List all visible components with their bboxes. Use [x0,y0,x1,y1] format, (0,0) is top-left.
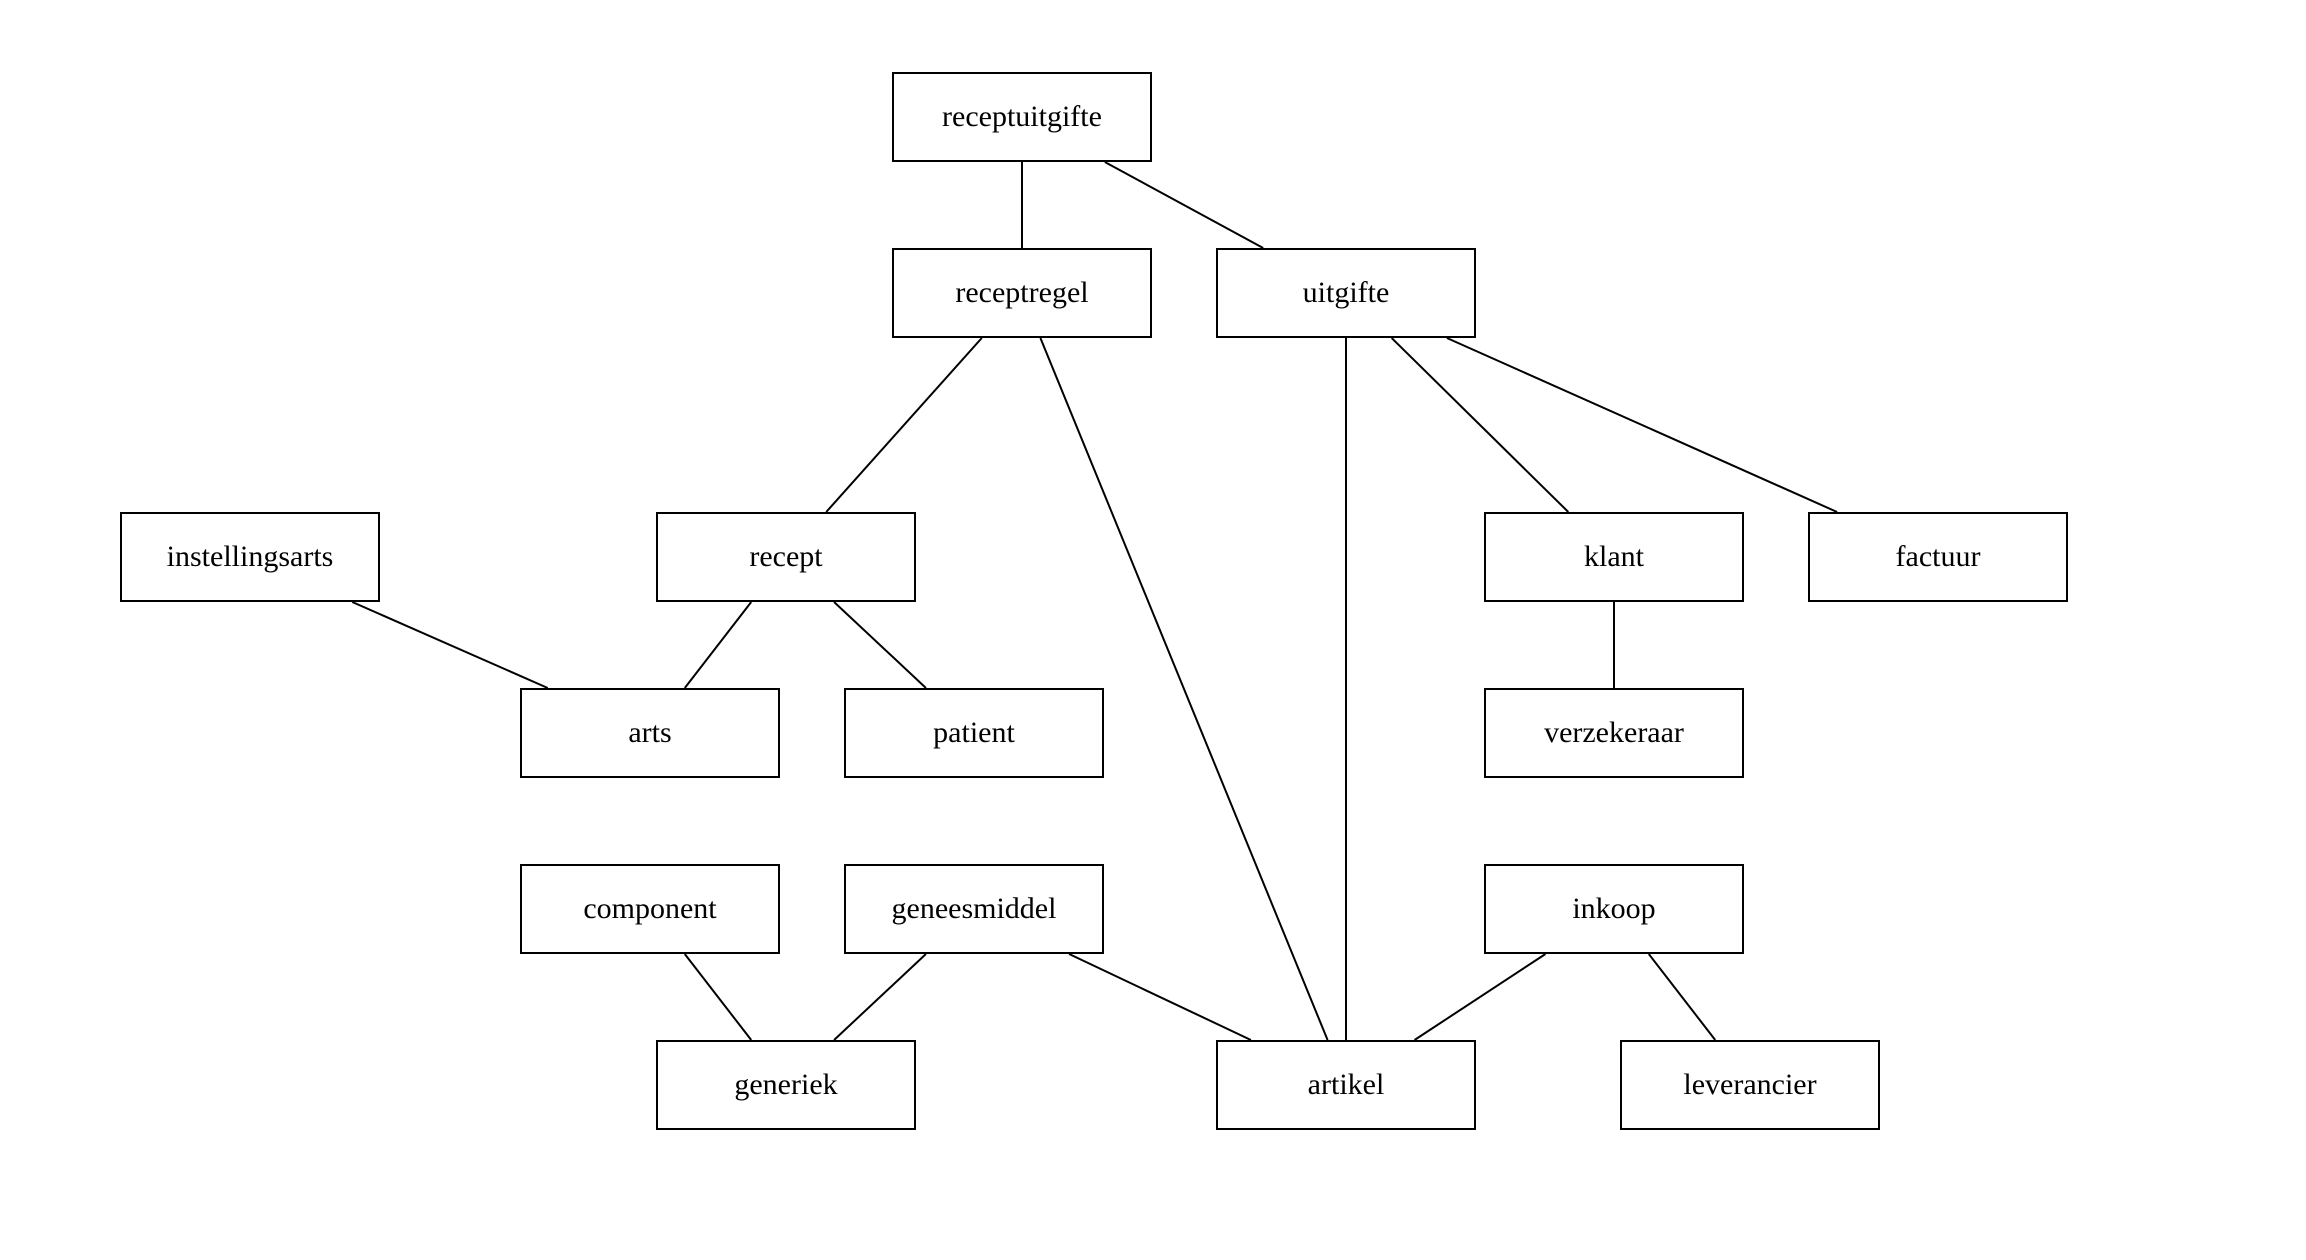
node-label: verzekeraar [1544,716,1684,750]
node-patient: patient [844,688,1104,778]
edge-component-generiek [685,954,751,1040]
diagram-edges [0,0,2306,1260]
edge-uitgifte-klant [1392,338,1569,512]
node-label: generiek [734,1068,837,1102]
edge-geneesmiddel-generiek [834,954,926,1040]
node-label: artikel [1308,1068,1385,1102]
node-label: component [583,892,716,926]
node-receptregel: receptregel [892,248,1152,338]
node-label: patient [933,716,1015,750]
edge-uitgifte-factuur [1447,338,1837,512]
node-label: geneesmiddel [892,892,1057,926]
node-artikel: artikel [1216,1040,1476,1130]
node-label: recept [749,540,822,574]
node-label: receptregel [955,276,1088,310]
node-label: klant [1584,540,1644,574]
node-geneesmiddel: geneesmiddel [844,864,1104,954]
node-uitgifte: uitgifte [1216,248,1476,338]
node-receptuitgifte: receptuitgifte [892,72,1152,162]
node-label: factuur [1896,540,1981,574]
node-label: leverancier [1683,1068,1816,1102]
edge-inkoop-leverancier [1649,954,1715,1040]
node-klant: klant [1484,512,1744,602]
node-factuur: factuur [1808,512,2068,602]
edge-recept-arts [685,602,751,688]
edge-receptuitgifte-uitgifte [1105,162,1263,248]
node-verzekeraar: verzekeraar [1484,688,1744,778]
edge-geneesmiddel-artikel [1069,954,1251,1040]
edge-inkoop-artikel [1415,954,1546,1040]
node-component: component [520,864,780,954]
node-label: receptuitgifte [942,100,1102,134]
edge-receptregel-recept [826,338,982,512]
node-label: inkoop [1572,892,1655,926]
node-recept: recept [656,512,916,602]
node-label: instellingsarts [167,540,334,574]
node-generiek: generiek [656,1040,916,1130]
edge-recept-patient [834,602,926,688]
node-label: arts [628,716,671,750]
node-inkoop: inkoop [1484,864,1744,954]
node-label: uitgifte [1303,276,1390,310]
node-leverancier: leverancier [1620,1040,1880,1130]
edge-instellingsarts-arts [352,602,547,688]
node-arts: arts [520,688,780,778]
diagram-canvas: receptuitgifte receptregel uitgifte inst… [0,0,2306,1260]
node-instellingsarts: instellingsarts [120,512,380,602]
